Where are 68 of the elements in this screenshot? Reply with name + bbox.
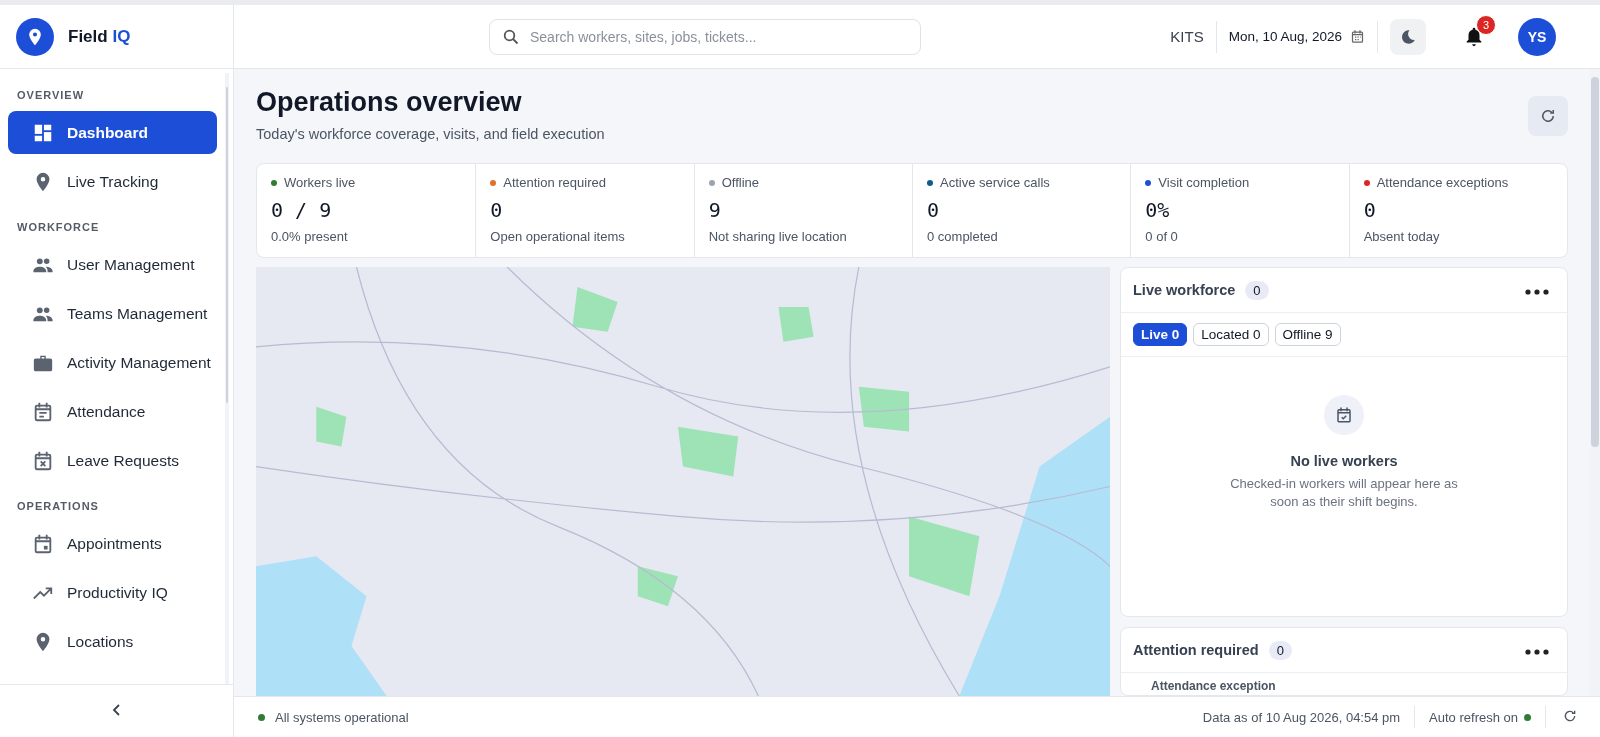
logo-pin-icon (16, 17, 54, 56)
scrollbar[interactable] (224, 73, 229, 684)
status-dot (258, 713, 265, 721)
section-heading: WORKFORCE (16, 220, 101, 235)
stat-label: Active service calls (940, 175, 1050, 190)
nav-item[interactable]: Live Tracking (8, 160, 217, 203)
stat-value: 0 (927, 198, 941, 222)
filter-chip[interactable]: Offline 9 (1274, 323, 1341, 346)
stat-note: Open operational items (490, 229, 626, 244)
nav-item[interactable]: Attendance (8, 390, 217, 433)
nav-item[interactable]: Teams Management (8, 292, 217, 335)
section-heading: OVERVIEW (16, 88, 86, 103)
calendar-list-icon (32, 400, 54, 423)
more-icon (1525, 288, 1549, 295)
more-icon (1525, 648, 1549, 655)
status-dot (1524, 713, 1531, 721)
auto-refresh-status: Auto refresh on (1429, 709, 1518, 725)
nav-item[interactable]: Dashboard (8, 111, 217, 154)
stat-label: Attendance exceptions (1376, 175, 1509, 190)
calendar-check-icon (1324, 395, 1364, 435)
filter-chip[interactable]: Live 0 (1133, 323, 1188, 346)
data-timestamp: Data as of 10 Aug 2026, 04:54 pm (1202, 709, 1401, 725)
stat-value: 0 / 9 (271, 198, 333, 222)
stat-note: 0 of 0 (1145, 229, 1179, 244)
calendar-x-icon (32, 449, 54, 472)
count-badge: 0 (1268, 640, 1292, 660)
search-field[interactable]: Search workers, sites, jobs, tickets... (489, 18, 921, 55)
notification-count: 3 (1476, 14, 1496, 35)
stat-value: 0% (1145, 198, 1171, 222)
page-subtitle: Today's workforce coverage, visits, and field execution (256, 126, 606, 142)
nav-item[interactable]: Activity Management (8, 341, 217, 384)
count-badge: 0 (1245, 280, 1269, 300)
stat-note: 0 completed (927, 229, 999, 244)
dark-mode-button[interactable] (1390, 18, 1426, 55)
moon-icon (1399, 27, 1417, 46)
stat-note: 0.0% present (271, 229, 349, 244)
panel-title: Live workforce (1133, 282, 1236, 298)
attention-item[interactable]: Attendance exception (1121, 673, 1567, 695)
stat-label: Visit completion (1158, 175, 1250, 190)
stat-label: Workers live (284, 175, 356, 190)
date-text: Mon, 10 Aug, 2026 (1228, 29, 1342, 44)
nav-item[interactable]: User Management (8, 243, 217, 286)
stat-value: 0 (1363, 198, 1377, 222)
section-heading: OPERATIONS (16, 499, 100, 514)
page-title: Operations overview (256, 87, 523, 118)
system-status: All systems operational (275, 709, 409, 725)
refresh-button[interactable] (1528, 96, 1568, 136)
refresh-icon (1539, 107, 1557, 125)
stat-note: Absent today (1363, 229, 1441, 244)
stat-value: 0 (490, 198, 504, 222)
stat-note: Not sharing live location (708, 229, 848, 244)
nav-item[interactable]: Locations (8, 620, 217, 663)
empty-state-title: No live workers (1290, 453, 1398, 469)
nav-item[interactable]: Leave Requests (8, 439, 217, 482)
stat-label: Offline (721, 175, 759, 190)
nav-item[interactable]: Appointments (8, 522, 217, 565)
nav-item[interactable]: Productivity IQ (8, 571, 217, 614)
brand-name: Field IQ (68, 26, 131, 47)
stat-value: 9 (708, 198, 722, 222)
panel-title: Attention required (1133, 642, 1259, 658)
organization-name: KITS (1170, 20, 1217, 53)
calendar-icon[interactable] (1350, 29, 1365, 44)
user-avatar[interactable]: YS (1518, 17, 1556, 56)
stat-label: Attention required (503, 175, 606, 190)
search-icon (503, 28, 519, 45)
filter-chip[interactable]: Located 0 (1193, 323, 1269, 346)
calendar-icon (32, 532, 54, 555)
empty-state-text: Checked-in workers will appear here as soon as their shift begins. (1229, 475, 1459, 512)
